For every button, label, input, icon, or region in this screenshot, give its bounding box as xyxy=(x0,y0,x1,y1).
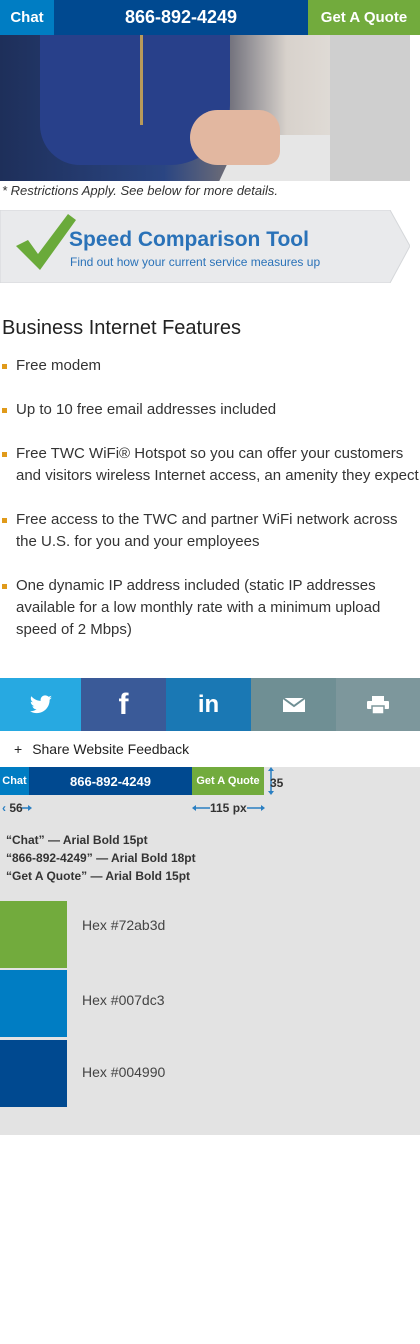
list-item: Free modem xyxy=(0,355,420,377)
swatch-label-navy: Hex #004990 xyxy=(82,1064,166,1080)
twitter-icon xyxy=(29,694,52,713)
mail-icon xyxy=(281,696,306,712)
facebook-icon: f xyxy=(118,687,129,721)
font-spec-line: “866-892-4249” — Arial Bold 18pt xyxy=(6,851,196,865)
features-list: Free modem Up to 10 free email addresses… xyxy=(0,355,420,663)
list-item: One dynamic IP address included (static … xyxy=(0,575,420,641)
phone-number-link[interactable]: 866-892-4249 xyxy=(54,0,308,35)
hero-image xyxy=(0,35,410,181)
list-item: Free TWC WiFi® Hotspot so you can offer … xyxy=(0,443,420,487)
hero-necklace xyxy=(140,35,143,125)
print-button[interactable] xyxy=(336,678,420,731)
font-spec-list: “Chat” — Arial Bold 15pt “866-892-4249” … xyxy=(6,831,196,885)
list-item: Up to 10 free email addresses included xyxy=(0,399,420,421)
chat-width-dimension-label: ‹ 56 xyxy=(2,801,23,815)
print-icon xyxy=(367,695,389,714)
features-heading: Business Internet Features xyxy=(2,317,242,339)
list-item: Free access to the TWC and partner WiFi … xyxy=(0,509,420,553)
speed-tool-title: Speed Comparison Tool xyxy=(69,228,309,251)
mini-chat-label: Chat xyxy=(0,767,29,795)
feedback-label: Share Website Feedback xyxy=(32,741,190,757)
hero-hand xyxy=(190,110,280,165)
height-dimension-label: 35 xyxy=(270,776,284,790)
quote-width-arrow-right-icon xyxy=(247,805,265,811)
color-swatch-blue xyxy=(0,970,67,1037)
color-swatch-navy xyxy=(0,1040,67,1107)
share-feedback-link[interactable]: + Share Website Feedback xyxy=(14,741,189,757)
font-spec-line: “Chat” — Arial Bold 15pt xyxy=(6,833,148,847)
font-spec-line: “Get A Quote” — Arial Bold 15pt xyxy=(6,869,191,883)
linkedin-icon: in xyxy=(197,690,220,718)
style-spec-panel: Chat 866-892-4249 Get A Quote 35 ‹ 56 11… xyxy=(0,767,420,1135)
chat-width-arrow-icon xyxy=(22,805,32,811)
share-bar: f in xyxy=(0,678,420,731)
restrictions-note: * Restrictions Apply. See below for more… xyxy=(2,183,279,198)
chat-button[interactable]: Chat xyxy=(0,0,54,35)
swatch-label-green: Hex #72ab3d xyxy=(82,917,166,933)
quote-width-arrow-left-icon xyxy=(192,805,210,811)
speed-tool-subtitle: Find out how your current service measur… xyxy=(70,255,321,269)
swatch-label-blue: Hex #007dc3 xyxy=(82,992,165,1008)
sticky-contact-bar: Chat 866-892-4249 Get A Quote xyxy=(0,0,420,35)
mini-quote-label: Get A Quote xyxy=(192,767,264,795)
facebook-share-button[interactable]: f xyxy=(81,678,166,731)
linkedin-share-button[interactable]: in xyxy=(166,678,251,731)
hero-monitor xyxy=(330,35,410,181)
color-swatch-green xyxy=(0,901,67,968)
plus-icon: + xyxy=(14,741,23,757)
mini-phone-label: 866-892-4249 xyxy=(29,767,192,795)
get-a-quote-button[interactable]: Get A Quote xyxy=(308,0,420,35)
quote-width-dimension-label: 115 px xyxy=(210,801,247,815)
twitter-share-button[interactable] xyxy=(0,678,81,731)
email-share-button[interactable] xyxy=(251,678,336,731)
speed-comparison-banner[interactable]: Speed Comparison Tool Find out how your … xyxy=(0,210,410,283)
mini-contact-bar: Chat 866-892-4249 Get A Quote xyxy=(0,767,264,795)
